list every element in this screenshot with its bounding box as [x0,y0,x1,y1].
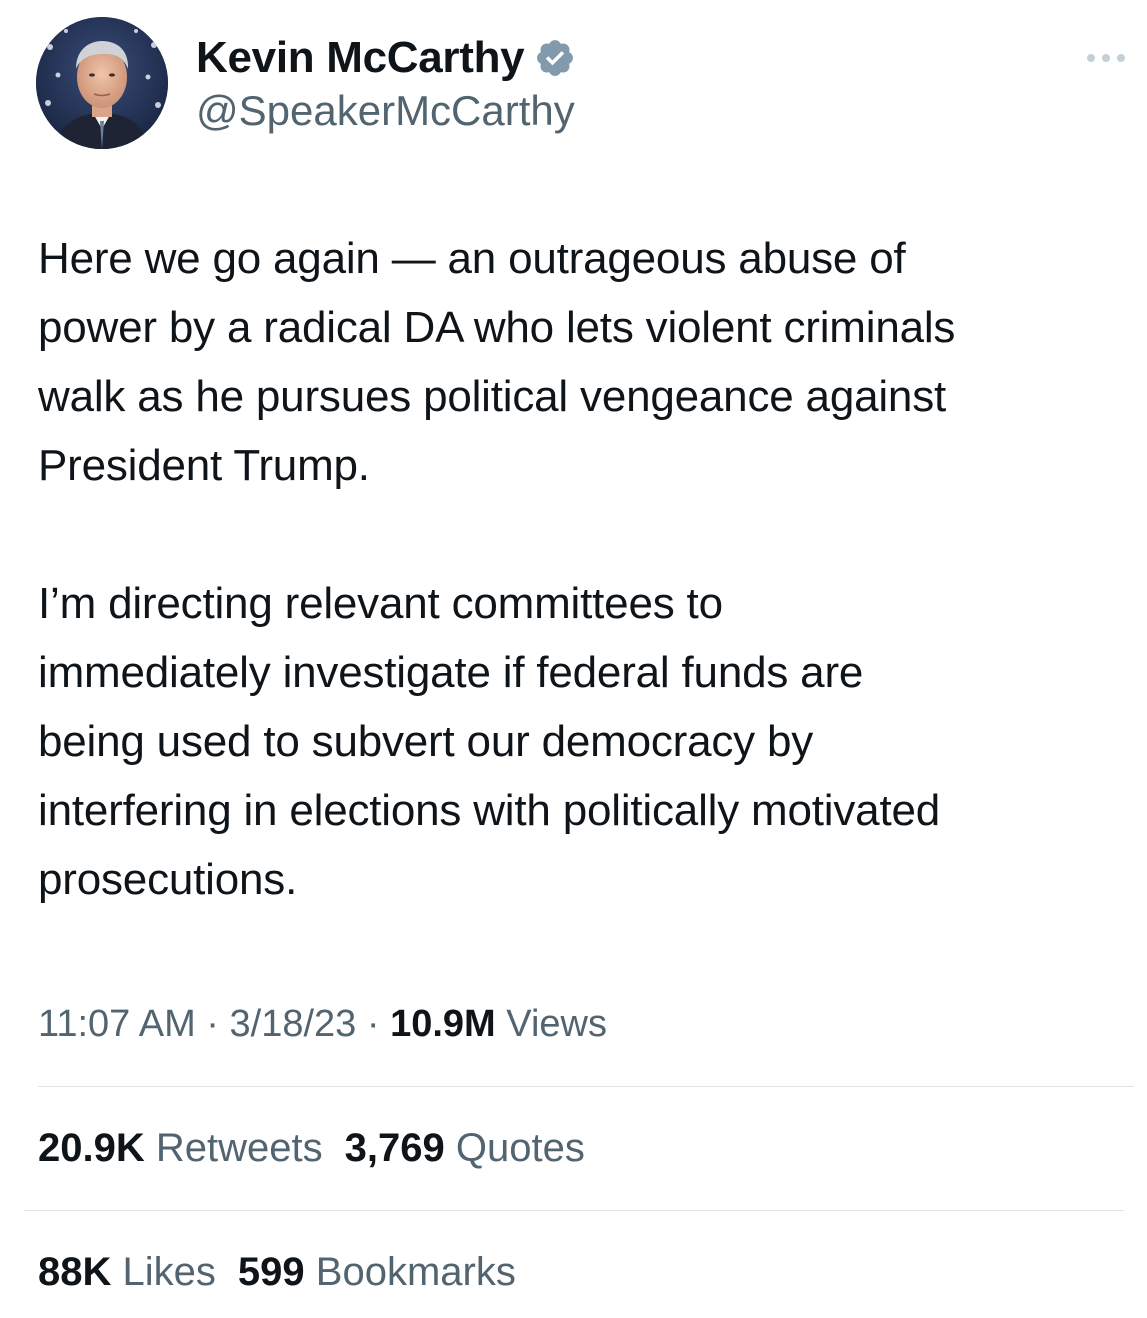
retweets-stat[interactable]: 20.9K Retweets [38,1120,323,1176]
tweet-line: interfering in elections with politicall… [38,786,941,835]
tweet-line: immediately investigate if federal funds… [38,648,864,697]
tweet-line: I’m directing relevant committees to [38,579,723,628]
more-options-icon[interactable] [1083,48,1129,68]
likes-label: Likes [122,1250,216,1294]
retweets-count: 20.9K [38,1126,145,1170]
stats-row-engagement: 88K Likes 599 Bookmarks [38,1244,538,1300]
likes-stat[interactable]: 88K Likes [38,1244,216,1300]
tweet-time[interactable]: 11:07 AM [38,1003,196,1045]
quotes-count: 3,769 [344,1126,445,1170]
tweet-line: power by a radical DA who lets violent c… [38,303,956,352]
avatar[interactable] [36,17,168,149]
meta-separator: · [195,1003,230,1045]
tweet-line: prosecutions. [38,855,298,904]
tweet-line: Here we go again — an outrageous abuse o… [38,234,906,283]
retweets-label: Retweets [155,1126,323,1170]
bookmarks-stat[interactable]: 599 Bookmarks [238,1244,516,1300]
tweet-date[interactable]: 3/18/23 [230,1003,357,1045]
views-label: Views [506,1003,607,1045]
avatar-image [36,17,168,149]
quotes-label: Quotes [455,1126,585,1170]
bookmarks-count: 599 [237,1250,305,1294]
tweet-line: being used to subvert our democracy by [38,717,814,766]
verified-badge-icon[interactable] [534,37,576,79]
author-name-row: Kevin McCarthy [196,30,576,86]
author-handle[interactable]: @SpeakerMcCarthy [196,84,575,138]
meta-separator: · [356,1003,391,1045]
stats-row-shares: 20.9K Retweets 3,769 Quotes [38,1120,607,1176]
quotes-stat[interactable]: 3,769 Quotes [345,1120,585,1176]
divider [24,1210,1124,1211]
divider [38,1086,1134,1087]
views-count: 10.9M [390,1003,496,1045]
tweet-line: walk as he pursues political vengeance a… [38,372,947,421]
author-name[interactable]: Kevin McCarthy [196,30,525,86]
tweet-text: Here we go again — an outrageous abuse o… [38,224,1138,914]
tweet-meta: 11:07 AM · 3/18/23 · 10.9M Views [38,996,607,1052]
tweet-card: Kevin McCarthy @SpeakerMcCarthy Here we … [0,0,1147,1318]
tweet-line: President Trump. [38,441,370,490]
likes-count: 88K [38,1250,112,1294]
bookmarks-label: Bookmarks [315,1250,516,1294]
